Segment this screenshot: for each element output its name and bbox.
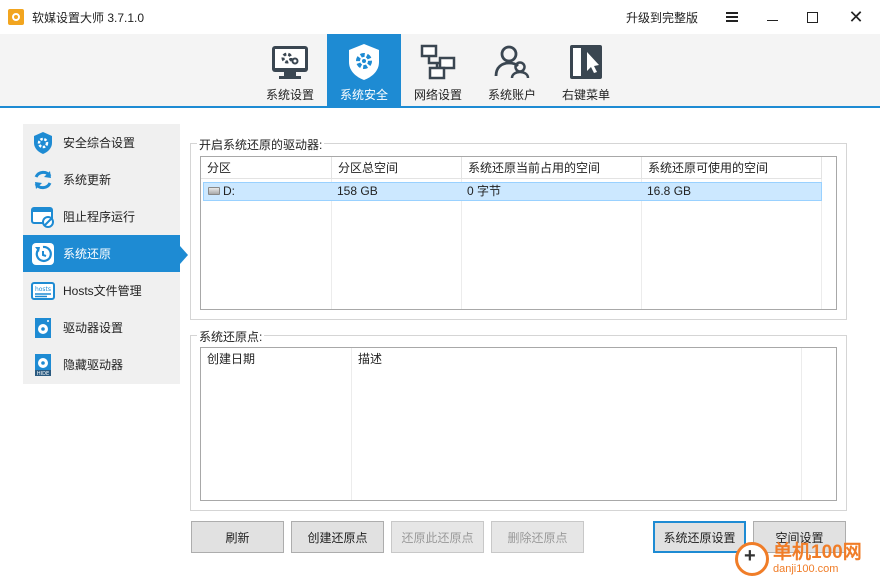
- sidebar: 安全综合设置 系统更新 阻止程序运行 系统还原 hosts Hosts文件管理 …: [23, 124, 180, 384]
- restore-drives-title: 开启系统还原的驱动器:: [197, 136, 325, 153]
- watermark: 单机100网 danji100.com: [735, 540, 862, 578]
- app-gear-icon: [8, 9, 24, 25]
- partition-value: D:: [223, 184, 235, 198]
- tab-network-settings[interactable]: 网络设置: [401, 34, 475, 106]
- svg-text:HIDE: HIDE: [37, 371, 49, 377]
- restore-points-list[interactable]: 创建日期 描述: [200, 347, 837, 501]
- restore-points-title: 系统还原点:: [197, 328, 265, 345]
- sidebar-item-label: 阻止程序运行: [63, 210, 136, 224]
- column-divider: [351, 348, 352, 500]
- sidebar-item-label: 系统更新: [63, 173, 112, 187]
- sidebar-item-label: 隐藏驱动器: [63, 358, 124, 372]
- network-icon: [418, 42, 458, 82]
- watermark-cn: 单机100网: [773, 541, 862, 563]
- partition-cell: D:: [204, 183, 333, 200]
- refresh-button[interactable]: 刷新: [191, 521, 284, 553]
- watermark-logo-icon: [735, 542, 769, 576]
- maximize-icon: [806, 11, 818, 23]
- refresh-icon: [31, 168, 55, 192]
- close-button[interactable]: ✕: [832, 0, 880, 34]
- column-divider: [801, 348, 802, 500]
- restore-drives-list[interactable]: 分区 分区总空间 系统还原当前占用的空间 系统还原可使用的空间 D: 158 G…: [200, 156, 837, 310]
- shield-gear-icon: [344, 42, 384, 82]
- tab-label: 网络设置: [413, 88, 462, 102]
- hosts-file-icon: hosts: [31, 279, 55, 303]
- main-tab-bar: 系统设置 系统安全 网络设置 系统账户 右键菜单: [0, 34, 880, 108]
- restore-icon: [31, 242, 55, 266]
- sidebar-item-drive-settings[interactable]: 驱动器设置: [23, 309, 180, 346]
- cursor-menu-icon: [566, 42, 606, 82]
- hide-drive-icon: HIDE: [31, 353, 55, 377]
- svg-text:hosts: hosts: [35, 286, 51, 293]
- users-icon: [492, 42, 532, 82]
- available-space-cell: 16.8 GB: [647, 184, 692, 198]
- window-title: 软媒设置大师 3.7.1.0: [32, 10, 145, 25]
- tab-label: 系统安全: [339, 88, 388, 102]
- tab-system-security[interactable]: 系统安全: [327, 34, 401, 106]
- sidebar-item-system-restore[interactable]: 系统还原: [23, 235, 180, 272]
- hard-drive-icon: [208, 186, 220, 195]
- sidebar-item-security-overview[interactable]: 安全综合设置: [23, 124, 180, 161]
- create-restore-point-button[interactable]: 创建还原点: [291, 521, 384, 553]
- shield-icon: [31, 131, 55, 155]
- menu-button[interactable]: [712, 0, 752, 34]
- tab-label: 系统设置: [265, 88, 314, 102]
- active-nav-pointer: [180, 246, 188, 264]
- watermark-en: danji100.com: [773, 563, 839, 576]
- sidebar-item-hosts-manager[interactable]: hosts Hosts文件管理: [23, 272, 180, 309]
- sidebar-item-hide-drives[interactable]: HIDE 隐藏驱动器: [23, 346, 180, 383]
- sidebar-item-system-update[interactable]: 系统更新: [23, 161, 180, 198]
- sidebar-item-label: Hosts文件管理: [63, 284, 142, 298]
- sidebar-item-label: 系统还原: [63, 247, 112, 261]
- sidebar-item-label: 驱动器设置: [63, 321, 124, 335]
- monitor-gear-icon: [270, 42, 310, 82]
- total-space-cell: 158 GB: [337, 184, 378, 198]
- tab-system-settings[interactable]: 系统设置: [253, 34, 327, 106]
- hamburger-icon: [726, 12, 738, 22]
- drives-list-header: 分区 分区总空间 系统还原当前占用的空间 系统还原可使用的空间: [201, 157, 822, 179]
- drive-icon: [31, 316, 55, 340]
- block-window-icon: [31, 205, 55, 229]
- minimize-button[interactable]: [752, 0, 792, 34]
- upgrade-link[interactable]: 升级到完整版: [626, 9, 698, 26]
- restore-this-point-button[interactable]: 还原此还原点: [391, 521, 484, 553]
- used-space-cell: 0 字节: [467, 184, 502, 198]
- sidebar-item-label: 安全综合设置: [63, 136, 136, 150]
- close-icon: ✕: [848, 7, 864, 27]
- tab-label: 系统账户: [487, 88, 536, 102]
- table-row[interactable]: D: 158 GB 0 字节 16.8 GB: [203, 182, 822, 201]
- column-header-description[interactable]: 描述: [352, 348, 802, 370]
- column-header-total-space[interactable]: 分区总空间: [332, 157, 462, 179]
- tab-context-menu[interactable]: 右键菜单: [549, 34, 623, 106]
- delete-restore-point-button[interactable]: 删除还原点: [491, 521, 584, 553]
- maximize-button[interactable]: [792, 0, 832, 34]
- sidebar-item-block-programs[interactable]: 阻止程序运行: [23, 198, 180, 235]
- column-header-available-space[interactable]: 系统还原可使用的空间: [642, 157, 822, 179]
- column-header-created-date[interactable]: 创建日期: [201, 348, 352, 370]
- restore-settings-button[interactable]: 系统还原设置: [653, 521, 746, 553]
- column-header-used-space[interactable]: 系统还原当前占用的空间: [462, 157, 642, 179]
- tab-label: 右键菜单: [561, 88, 610, 102]
- tab-system-accounts[interactable]: 系统账户: [475, 34, 549, 106]
- minimize-icon: [766, 19, 778, 21]
- column-header-partition[interactable]: 分区: [201, 157, 332, 179]
- points-list-header: 创建日期 描述: [201, 348, 802, 370]
